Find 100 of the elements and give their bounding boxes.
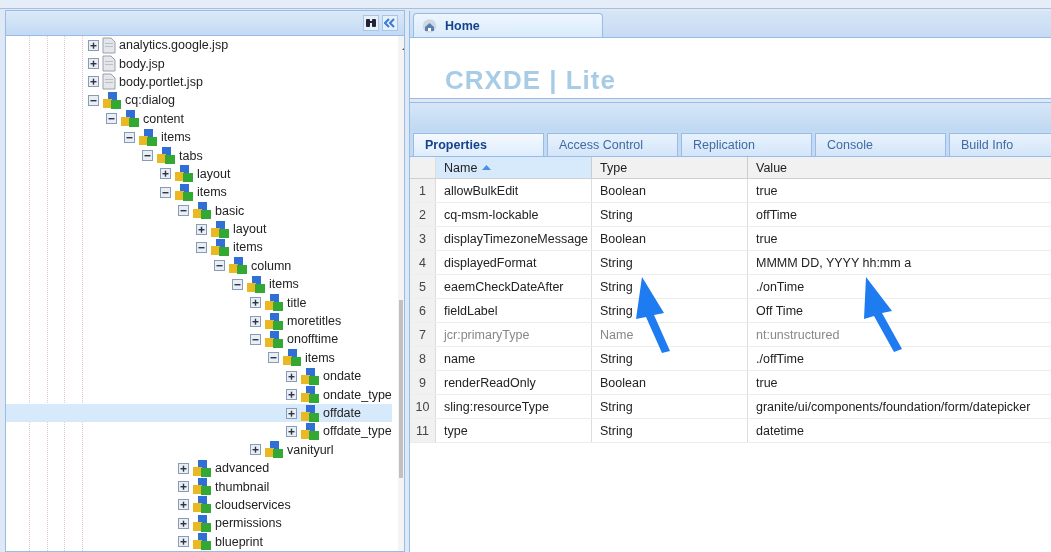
expand-icon[interactable] bbox=[196, 223, 207, 235]
expand-icon[interactable] bbox=[286, 389, 297, 401]
expand-icon[interactable] bbox=[178, 462, 189, 474]
collapse-icon[interactable] bbox=[106, 113, 117, 125]
tree-item[interactable]: offdate bbox=[6, 403, 392, 423]
tree-item[interactable]: ondate_type bbox=[6, 385, 392, 404]
tree-item[interactable]: cloudservices bbox=[6, 495, 392, 515]
property-name[interactable]: sling:resourceType bbox=[444, 399, 549, 414]
property-value: granite/ui/components/foundation/form/datepicker bbox=[756, 399, 1031, 414]
expand-icon[interactable] bbox=[250, 315, 261, 327]
tree-item[interactable]: body.jsp bbox=[6, 54, 392, 73]
row-number: 4 bbox=[419, 255, 426, 270]
property-type: String bbox=[600, 399, 633, 414]
property-name[interactable]: fieldLabel bbox=[444, 303, 498, 318]
collapse-icon[interactable] bbox=[196, 242, 207, 253]
property-name[interactable]: eaemCheckDateAfter bbox=[444, 279, 564, 294]
collapse-icon[interactable] bbox=[160, 186, 171, 198]
tree-label: vanityurl bbox=[287, 442, 334, 457]
tree-label: body.jsp bbox=[119, 56, 165, 71]
column-header[interactable]: Name bbox=[436, 157, 592, 178]
collapse-icon[interactable] bbox=[178, 205, 189, 217]
tree-item[interactable]: layout bbox=[6, 164, 392, 184]
scrollbar-thumb[interactable] bbox=[398, 300, 403, 478]
property-value: offTime bbox=[756, 207, 797, 222]
tree-item[interactable]: content bbox=[6, 109, 392, 128]
tree-item[interactable]: analytics.google.jsp bbox=[6, 36, 392, 55]
tree-item[interactable]: items bbox=[6, 183, 392, 202]
expand-icon[interactable] bbox=[178, 517, 189, 529]
expand-icon[interactable] bbox=[286, 407, 297, 419]
cubes-icon bbox=[192, 459, 212, 477]
cubes-icon bbox=[192, 478, 212, 496]
expand-icon[interactable] bbox=[286, 425, 297, 437]
tree-item[interactable]: cq:dialog bbox=[6, 91, 392, 110]
tree-item[interactable]: offdate_type bbox=[6, 422, 392, 441]
column-header[interactable]: Value bbox=[748, 157, 1051, 178]
home-tab[interactable]: Home bbox=[413, 13, 603, 37]
expand-icon[interactable] bbox=[160, 168, 171, 180]
expand-icon[interactable] bbox=[250, 297, 261, 309]
property-value: true bbox=[756, 183, 778, 198]
collapse-icon[interactable] bbox=[124, 131, 135, 143]
property-name[interactable]: displayTimezoneMessage bbox=[444, 231, 589, 246]
cubes-icon bbox=[300, 404, 320, 422]
tab[interactable]: Replication bbox=[681, 133, 812, 156]
collapse-icon[interactable] bbox=[214, 260, 225, 272]
tree-item[interactable]: items bbox=[6, 275, 392, 294]
tree-item[interactable]: items bbox=[6, 127, 392, 147]
property-name[interactable]: displayedFormat bbox=[444, 255, 537, 270]
tree-item[interactable]: advanced bbox=[6, 459, 392, 478]
tree-label: thumbnail bbox=[215, 479, 270, 494]
expand-icon[interactable] bbox=[88, 76, 99, 88]
tree-item[interactable]: blueprint bbox=[6, 532, 392, 551]
row-number: 9 bbox=[419, 375, 426, 390]
collapse-icon[interactable] bbox=[142, 150, 153, 162]
property-name[interactable]: allowBulkEdit bbox=[444, 183, 519, 198]
expand-icon[interactable] bbox=[178, 499, 189, 511]
collapse-panel-icon[interactable] bbox=[382, 15, 398, 31]
property-name[interactable]: cq-msm-lockable bbox=[444, 207, 539, 222]
cubes-icon bbox=[192, 496, 212, 514]
tree-item[interactable]: title bbox=[6, 293, 392, 312]
collapse-icon[interactable] bbox=[268, 352, 279, 364]
tree-item[interactable]: basic bbox=[6, 201, 392, 220]
row-number: 3 bbox=[419, 231, 426, 246]
tree-item[interactable]: permissions bbox=[6, 514, 392, 533]
property-name[interactable]: renderReadOnly bbox=[444, 375, 536, 390]
column-header[interactable]: Type bbox=[592, 157, 748, 178]
tree-label: ondate_type bbox=[323, 387, 392, 402]
cubes-icon bbox=[246, 275, 266, 293]
row-number: 1 bbox=[419, 183, 426, 198]
expand-icon[interactable] bbox=[178, 536, 189, 548]
property-value: true bbox=[756, 231, 778, 246]
expand-icon[interactable] bbox=[88, 58, 99, 70]
tab-title: Home bbox=[445, 18, 480, 33]
tree-item[interactable]: column bbox=[6, 256, 392, 276]
tab[interactable]: Build Info bbox=[949, 133, 1051, 156]
house-icon bbox=[422, 18, 437, 33]
expand-icon[interactable] bbox=[286, 370, 297, 382]
tree-item[interactable]: layout bbox=[6, 219, 392, 239]
tree-item[interactable]: items bbox=[6, 348, 392, 368]
collapse-icon[interactable] bbox=[232, 278, 243, 290]
tab[interactable]: Console bbox=[815, 133, 946, 156]
tree-item[interactable]: thumbnail bbox=[6, 477, 392, 496]
tree-item[interactable]: vanityurl bbox=[6, 440, 392, 459]
row-number: 6 bbox=[419, 303, 426, 318]
tab[interactable]: Properties bbox=[413, 133, 544, 156]
property-value: true bbox=[756, 375, 778, 390]
expand-icon[interactable] bbox=[178, 481, 189, 493]
tree-item[interactable]: ondate bbox=[6, 367, 392, 386]
tree-item[interactable]: body.portlet.jsp bbox=[6, 72, 392, 92]
tree-item[interactable]: onofftime bbox=[6, 330, 392, 349]
tab[interactable]: Access Control bbox=[547, 133, 678, 156]
tree-item[interactable]: tabs bbox=[6, 146, 392, 165]
collapse-icon[interactable] bbox=[88, 94, 99, 106]
expand-icon[interactable] bbox=[88, 39, 99, 51]
tree-item[interactable]: moretitles bbox=[6, 311, 392, 331]
expand-icon[interactable] bbox=[250, 444, 261, 456]
property-type: Boolean bbox=[600, 375, 646, 390]
property-name[interactable]: name bbox=[444, 351, 476, 366]
tree-item[interactable]: items bbox=[6, 238, 392, 257]
property-name[interactable]: type bbox=[444, 423, 468, 438]
collapse-icon[interactable] bbox=[250, 333, 261, 345]
